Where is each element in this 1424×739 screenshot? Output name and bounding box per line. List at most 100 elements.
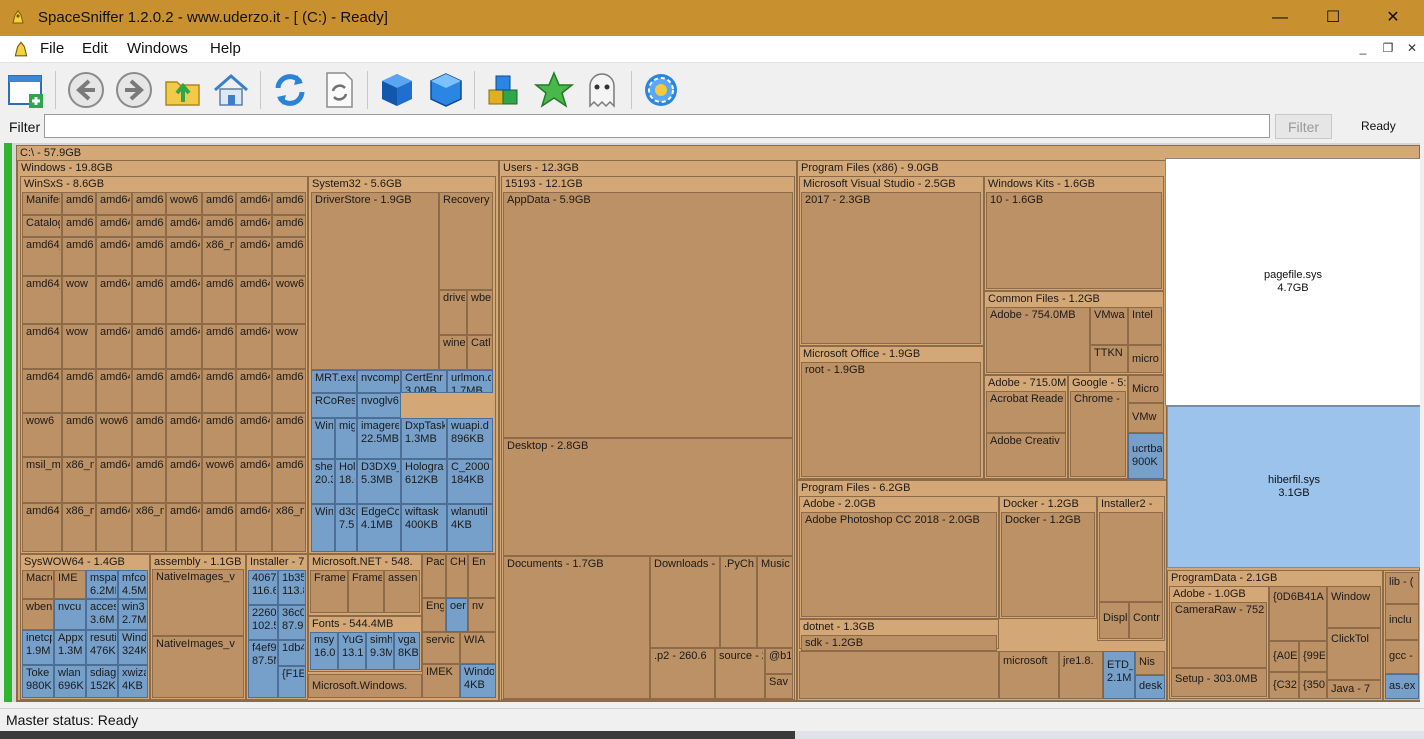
tile-winsxs-folder[interactable]: amd64: [96, 324, 132, 369]
tile-winsxs-folder[interactable]: amd64: [166, 503, 202, 552]
tile-winsxs-folder[interactable]: amd6: [62, 215, 96, 237]
tile-syswow64-file[interactable]: resuti 476K: [86, 630, 118, 665]
tile-winsxs-folder[interactable]: amd64_: [22, 276, 62, 324]
tile-system32-file[interactable]: Win: [311, 504, 335, 552]
star-icon[interactable]: [533, 70, 575, 110]
tile-windows-folder[interactable]: servic: [422, 632, 460, 664]
tile-syswow64-file[interactable]: mspa 6.2MI: [86, 570, 118, 599]
tile-system32-file[interactable]: nvoglv6: [357, 393, 401, 418]
tile-vmw[interactable]: VMw: [1128, 403, 1164, 433]
tile-nis[interactable]: Nis: [1135, 651, 1165, 675]
gear-flower-icon[interactable]: [641, 70, 681, 110]
tile-system32-file[interactable]: D3DX9_ 5.3MB: [357, 459, 401, 504]
tile-winsxs-folder[interactable]: Manifes: [22, 192, 62, 215]
tile-system32-file[interactable]: mig: [335, 418, 357, 459]
tile-system32-file[interactable]: urlmon.d 1.7MB: [447, 370, 493, 393]
tile-installer2-inner[interactable]: [1099, 512, 1163, 602]
tile-winsxs-folder[interactable]: amd64: [272, 413, 306, 457]
tile-winsxs-folder[interactable]: amd64: [62, 413, 96, 457]
tile-kits10[interactable]: 10 - 1.6GB: [986, 192, 1162, 289]
tile-system32-file[interactable]: CertEnr 3.0MB: [401, 370, 447, 393]
tile-windows-folder[interactable]: En: [468, 554, 496, 598]
tile-guid-a0e[interactable]: {A0E: [1269, 641, 1299, 672]
tile-system32-file[interactable]: wuapi.d 896KB: [447, 418, 493, 459]
tile-winsxs-folder[interactable]: amd64: [96, 503, 132, 552]
tile-guid-99e[interactable]: {99E: [1299, 641, 1327, 672]
tile-font-file[interactable]: simh9.3M: [366, 632, 394, 670]
tile-source[interactable]: source - 2: [715, 648, 765, 699]
tile-winsxs-folder[interactable]: wow6: [166, 192, 202, 215]
tile-music[interactable]: Music: [757, 556, 793, 648]
tile-winsxs-folder[interactable]: amd64: [96, 276, 132, 324]
tile-micro2[interactable]: Micro: [1128, 375, 1164, 403]
tile-winsxs-folder[interactable]: amd64: [236, 192, 272, 215]
tile-ucrtbase[interactable]: ucrtba 900K: [1128, 433, 1164, 479]
tile-winsxs-folder[interactable]: amd6: [132, 276, 166, 324]
tile-vs2017[interactable]: 2017 - 2.3GB: [801, 192, 981, 344]
tile-winsxs-folder[interactable]: Catalog: [22, 215, 62, 237]
tile-system32-file[interactable]: Hologra 612KB: [401, 459, 447, 504]
ghost-icon[interactable]: [582, 70, 622, 110]
tile-system32-file[interactable]: Hol18.6: [335, 459, 357, 504]
tile-winsxs-folder[interactable]: amd64: [22, 503, 62, 552]
tile-winsxs-folder[interactable]: amd64: [132, 369, 166, 413]
tile-syswow64-file[interactable]: win3 2.7M: [118, 599, 148, 630]
tile-winsxs-folder[interactable]: amd64: [236, 324, 272, 369]
tile-winsxs-folder[interactable]: x86_m: [62, 503, 96, 552]
filter-input[interactable]: [44, 114, 1270, 138]
tile-winsxs-folder[interactable]: amd64: [96, 369, 132, 413]
mdi-minimize-button[interactable]: _: [1354, 41, 1372, 57]
tile-system32-file[interactable]: d3d7.5I: [335, 504, 357, 552]
tile-pycharm[interactable]: .PyCh: [720, 556, 757, 648]
tile-syswow64-file[interactable]: nvcu: [54, 599, 86, 630]
tile-system32-file[interactable]: shel20.3: [311, 459, 335, 504]
tile-installer-file[interactable]: f4ef987.5M: [248, 640, 278, 698]
tile-installer-file[interactable]: {F1E: [278, 666, 306, 698]
tile-winsxs-folder[interactable]: amd64: [236, 413, 272, 457]
tile-guid-350[interactable]: {350: [1299, 672, 1327, 699]
tile-syswow64-file[interactable]: inetcp1.9M: [22, 630, 54, 665]
tile-windows-folder[interactable]: oer: [446, 598, 468, 632]
tile-java[interactable]: Java - 7: [1327, 680, 1381, 699]
tile-nativeimages[interactable]: NativeImages_v: [152, 569, 244, 636]
tile-control[interactable]: Contr: [1129, 602, 1163, 639]
tile-installer-file[interactable]: 4067116.6: [248, 570, 278, 605]
tile-winsxs-folder[interactable]: amd64: [166, 369, 202, 413]
tile-winsxs-folder[interactable]: amd64: [236, 237, 272, 276]
tile-winsxs-folder[interactable]: wow6: [202, 457, 236, 503]
tile-documents[interactable]: Documents - 1.7GB: [503, 556, 650, 699]
tile-winsxs-folder[interactable]: amd64: [202, 324, 236, 369]
tile-micro[interactable]: micro: [1128, 345, 1162, 373]
tile-system32-file[interactable]: MRT.exe: [311, 370, 357, 393]
tile-installer-file[interactable]: 1b35113.8: [278, 570, 306, 605]
treemap[interactable]: C:\ - 57.9GB Windows - 19.8GB WinSxS - 8…: [4, 143, 1420, 702]
tile-winsxs-folder[interactable]: amd64: [22, 369, 62, 413]
tile-system32-folder[interactable]: Catl: [467, 335, 493, 370]
tile-winsxs-folder[interactable]: amd64: [236, 215, 272, 237]
menu-help[interactable]: Help: [210, 40, 241, 57]
cubes-icon[interactable]: [485, 70, 525, 110]
tile-common-adobe[interactable]: Adobe - 754.0MB: [986, 307, 1090, 373]
tile-chrome[interactable]: Chrome -: [1070, 391, 1126, 477]
tile-syswow64-file[interactable]: Macro: [22, 570, 54, 599]
tile-winsxs-folder[interactable]: amd64: [132, 457, 166, 503]
tile-etd[interactable]: ETD_ 2.1M: [1103, 651, 1135, 699]
tile-font-file[interactable]: vga 8KB: [394, 632, 420, 670]
tile-p2[interactable]: .p2 - 260.6: [650, 648, 715, 699]
tile-windows-folder[interactable]: Windo 4KB: [460, 664, 496, 698]
tile-winsxs-folder[interactable]: amd64: [166, 413, 202, 457]
tile-winsxs-folder[interactable]: x86_m: [202, 237, 236, 276]
close-button[interactable]: ✕: [1370, 0, 1416, 36]
tile-pd-windows[interactable]: Window: [1327, 586, 1381, 628]
tile-winsxs-folder[interactable]: x86_m: [272, 503, 306, 552]
tile-hiberfil[interactable]: hiberfil.sys 3.1GB: [1167, 406, 1420, 568]
tile-syswow64-file[interactable]: Wind 324K: [118, 630, 148, 665]
tile-winsxs-folder[interactable]: wow: [62, 276, 96, 324]
tile-system32-file[interactable]: EdgeCo 4.1MB: [357, 504, 401, 552]
refresh-document-icon[interactable]: [319, 70, 359, 110]
tile-nativeimages[interactable]: NativeImages_v: [152, 636, 244, 698]
tile-system32-file[interactable]: imagere 22.5MB: [357, 418, 401, 459]
tile-guid-folder[interactable]: {0D6B41A: [1269, 586, 1327, 641]
tile-jre[interactable]: jre1.8.: [1059, 651, 1103, 699]
tile-acrobat[interactable]: Acrobat Reade: [986, 391, 1066, 433]
